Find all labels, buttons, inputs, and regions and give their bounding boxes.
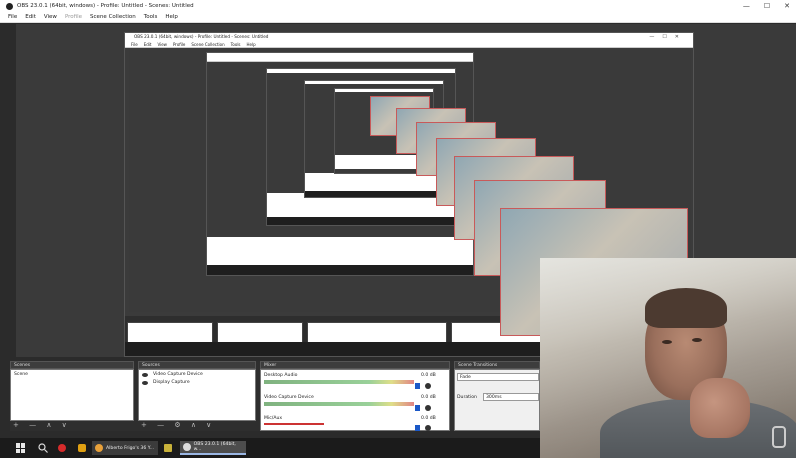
taskbar-task-obs[interactable]: OBS 23.0.1 (64bit, w... bbox=[180, 441, 246, 455]
mixer-mic-aux: Mic/Aux bbox=[264, 416, 283, 421]
windows-taskbar: Alberto Frigo's 36 Y... OBS 23.0.1 (64bi… bbox=[0, 438, 540, 458]
mixer-video-capture: Video Capture Device bbox=[264, 395, 314, 400]
sources-list[interactable]: Video Capture Device Display Capture bbox=[138, 369, 256, 421]
ring-object bbox=[772, 426, 786, 448]
mixer-desktop-audio: Desktop Audio bbox=[264, 373, 298, 378]
obs-icon bbox=[183, 443, 191, 451]
source-display-capture[interactable]: Display Capture bbox=[153, 380, 190, 385]
app-icon-red[interactable] bbox=[58, 441, 66, 455]
menu-tools[interactable]: Tools bbox=[144, 14, 158, 20]
menu-file[interactable]: File bbox=[8, 14, 17, 20]
volume-icon[interactable] bbox=[415, 383, 420, 389]
mixer-desktop-audio-db: 0.0 dB bbox=[421, 373, 436, 378]
nested-window-controls: —☐✕ bbox=[649, 34, 687, 40]
audio-mixer: Desktop Audio 0.0 dB Video Capture Devic… bbox=[260, 369, 450, 431]
maximize-button[interactable]: ☐ bbox=[764, 2, 770, 10]
mixer-mic-aux-db: 0.0 dB bbox=[421, 416, 436, 421]
app-icon-bolt[interactable] bbox=[78, 441, 86, 455]
window-controls: — ☐ ✕ bbox=[743, 0, 790, 12]
gear-icon[interactable] bbox=[425, 405, 431, 411]
nested-menu-profile: Profile bbox=[172, 42, 186, 47]
duration-label: Duration bbox=[457, 395, 477, 400]
webcam-feed bbox=[540, 258, 796, 458]
desktop-audio-meter bbox=[264, 380, 414, 384]
menu-scene-collection[interactable]: Scene Collection bbox=[90, 14, 136, 20]
start-button[interactable] bbox=[16, 441, 26, 455]
nested-menu-edit: Edit bbox=[143, 42, 152, 47]
volume-icon[interactable] bbox=[415, 425, 420, 431]
nested-menu-scene-collection: Scene Collection bbox=[191, 42, 225, 47]
window-title: OBS 23.0.1 (64bit, windows) - Profile: U… bbox=[17, 3, 194, 9]
gear-icon[interactable] bbox=[425, 383, 431, 389]
sources-controls[interactable]: + — ⚙ ∧ ∨ bbox=[141, 421, 215, 429]
menu-help[interactable]: Help bbox=[165, 14, 178, 20]
scenes-list[interactable]: Scene bbox=[10, 369, 134, 421]
menu-edit[interactable]: Edit bbox=[25, 14, 36, 20]
nested-window-title: OBS 23.0.1 (64bit, windows) - Profile: U… bbox=[134, 34, 269, 39]
gear-icon[interactable] bbox=[425, 425, 431, 431]
windows-logo-icon bbox=[16, 443, 26, 453]
menu-view[interactable]: View bbox=[44, 14, 57, 20]
taskbar-task-obs-label: OBS 23.0.1 (64bit, w... bbox=[193, 442, 236, 452]
scene-transitions: Fade Duration 300ms bbox=[454, 369, 540, 431]
menu-profile[interactable]: Profile bbox=[65, 14, 82, 20]
transitions-header: Scene Transitions bbox=[454, 361, 540, 369]
person-right-eye bbox=[692, 338, 702, 342]
sources-header: Sources bbox=[138, 361, 256, 369]
mixer-video-capture-db: 0.0 dB bbox=[421, 395, 436, 400]
transition-select[interactable]: Fade bbox=[457, 373, 539, 381]
nested-menu-file: File bbox=[131, 42, 138, 47]
taskbar-task-browser[interactable]: Alberto Frigo's 36 Y... bbox=[92, 441, 158, 455]
image-viewer-icon[interactable] bbox=[164, 441, 172, 455]
close-button[interactable]: ✕ bbox=[784, 2, 790, 10]
eye-icon[interactable] bbox=[142, 373, 148, 377]
chrome-icon bbox=[95, 444, 103, 452]
obs-screen: OBS 23.0.1 (64bit, windows) - Profile: U… bbox=[0, 0, 796, 458]
scenes-controls[interactable]: + — ∧ ∨ bbox=[13, 421, 71, 429]
volume-icon[interactable] bbox=[415, 405, 420, 411]
person-left-eye bbox=[662, 340, 672, 344]
mic-aux-meter bbox=[264, 423, 324, 425]
nested-title-bar: OBS 23.0.1 (64bit, windows) - Profile: U… bbox=[125, 33, 693, 41]
minimize-button[interactable]: — bbox=[743, 2, 750, 10]
taskbar-task-browser-label: Alberto Frigo's 36 Y... bbox=[106, 445, 154, 451]
obs-logo-icon bbox=[6, 2, 13, 10]
nested-menu-tools: Tools bbox=[230, 42, 241, 47]
nested-menu-bar: File Edit View Profile Scene Collection … bbox=[125, 41, 693, 48]
scenes-header: Scenes bbox=[10, 361, 134, 369]
menu-bar: File Edit View Profile Scene Collection … bbox=[0, 12, 796, 23]
title-bar: OBS 23.0.1 (64bit, windows) - Profile: U… bbox=[0, 0, 796, 12]
video-capture-meter bbox=[264, 402, 414, 406]
person-hand bbox=[690, 378, 750, 438]
source-video-capture[interactable]: Video Capture Device bbox=[153, 372, 203, 377]
scene-item[interactable]: Scene bbox=[14, 372, 28, 377]
person-hair bbox=[645, 288, 727, 328]
mixer-header: Mixer bbox=[260, 361, 450, 369]
nested-menu-view: View bbox=[157, 42, 167, 47]
search-icon[interactable] bbox=[38, 441, 48, 455]
duration-input[interactable]: 300ms bbox=[483, 393, 539, 401]
main-docks: Scenes Scene + — ∧ ∨ Sources Video Captu… bbox=[10, 361, 540, 431]
eye-icon[interactable] bbox=[142, 381, 148, 385]
nested-menu-help: Help bbox=[246, 42, 256, 47]
